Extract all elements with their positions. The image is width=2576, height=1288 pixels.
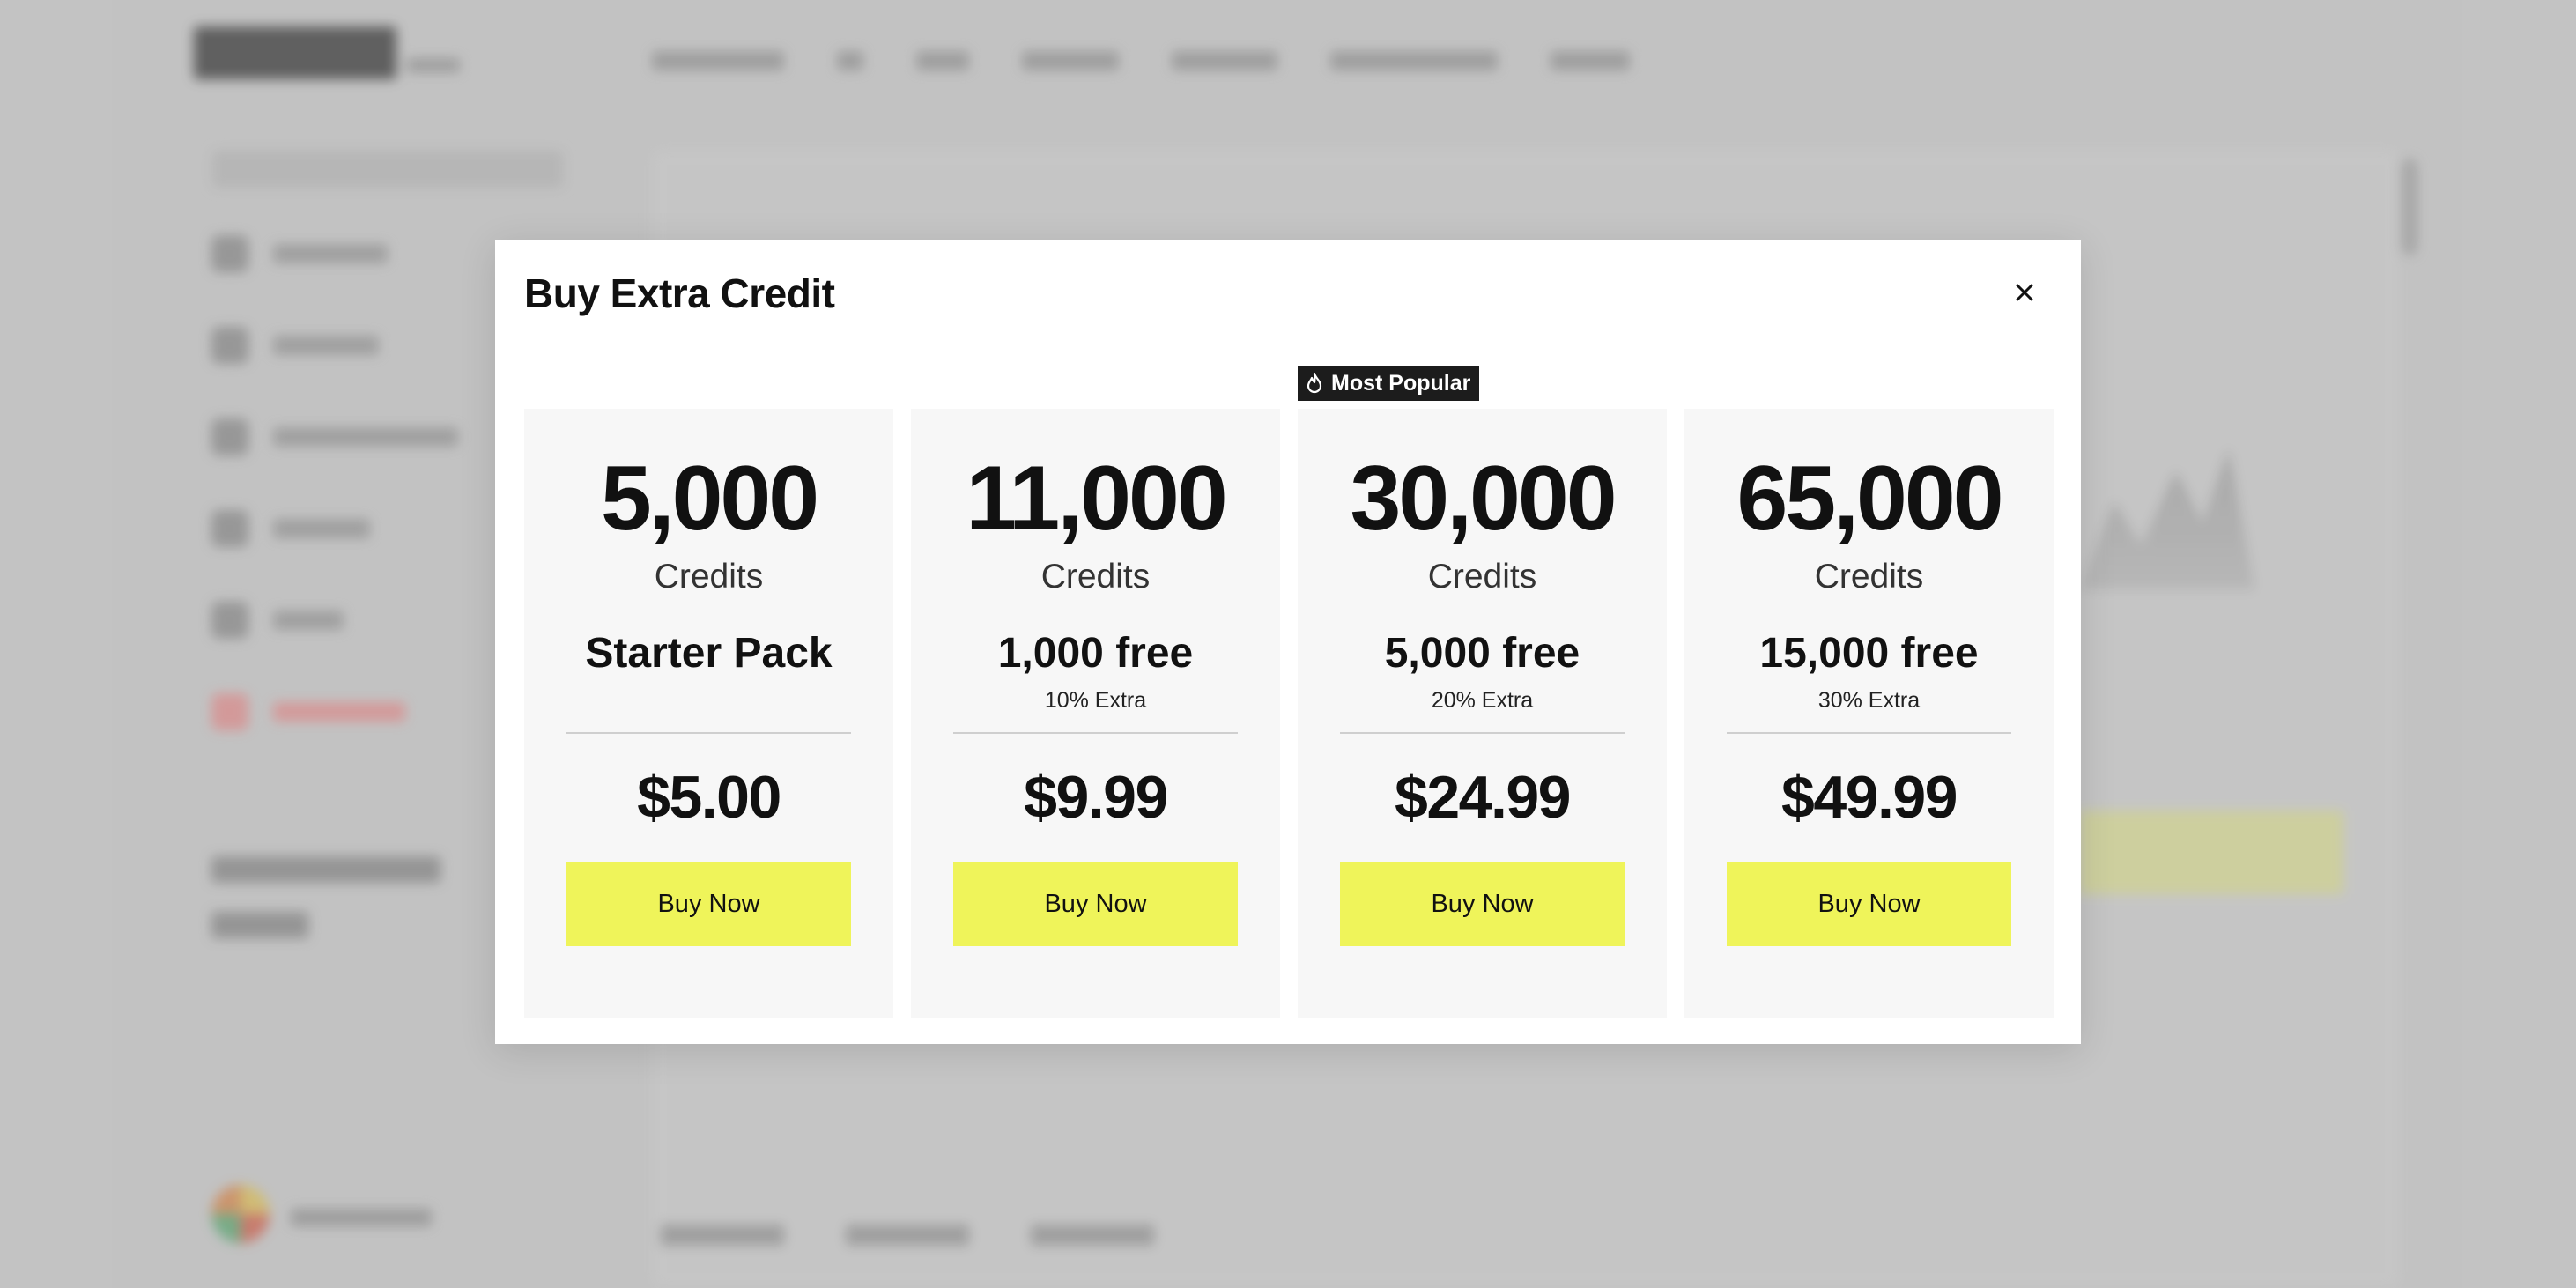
credit-pack-card: 65,000 Credits 15,000 free 30% Extra $49…: [1684, 409, 2054, 1018]
buy-now-button[interactable]: Buy Now: [566, 862, 851, 947]
credit-pack-card: 5,000 Credits Starter Pack $5.00 Buy Now: [524, 409, 893, 1018]
credit-amount: 11,000: [966, 448, 1227, 550]
buy-credit-modal: Buy Extra Credit 5,000 Credits Starter P…: [495, 240, 2081, 1044]
buy-now-button[interactable]: Buy Now: [1340, 862, 1625, 947]
credit-unit: Credits: [1814, 558, 1924, 596]
credit-unit: Credits: [1427, 558, 1537, 596]
credit-unit: Credits: [654, 558, 764, 596]
credit-amount: 5,000: [600, 448, 819, 550]
most-popular-badge: Most Popular: [1298, 366, 1480, 401]
badge-label: Most Popular: [1331, 370, 1471, 396]
divider: [1340, 732, 1625, 735]
credit-packs: 5,000 Credits Starter Pack $5.00 Buy Now…: [524, 366, 2054, 1018]
buy-now-button[interactable]: Buy Now: [1727, 862, 2011, 947]
divider: [1727, 732, 2011, 735]
buy-now-button[interactable]: Buy Now: [953, 862, 1238, 947]
pack-bonus: 1,000 free: [997, 629, 1194, 677]
close-button[interactable]: [2003, 271, 2046, 314]
pack-extra: 20% Extra: [1431, 688, 1534, 714]
pack-extra: 10% Extra: [1044, 688, 1147, 714]
pack-bonus: 5,000 free: [1384, 629, 1580, 677]
credit-unit: Credits: [1040, 558, 1151, 596]
pack-price: $24.99: [1395, 764, 1571, 832]
pack-bonus: Starter Pack: [585, 629, 833, 677]
pack-extra: 30% Extra: [1817, 688, 1921, 714]
pack-price: $49.99: [1781, 764, 1958, 832]
credit-pack-card: 11,000 Credits 1,000 free 10% Extra $9.9…: [911, 409, 1280, 1018]
modal-title: Buy Extra Credit: [524, 270, 835, 316]
close-icon: [2016, 284, 2033, 301]
divider: [566, 732, 851, 735]
pack-price: $9.99: [1024, 764, 1168, 832]
flame-icon: [1307, 372, 1322, 394]
pack-bonus: 15,000 free: [1759, 629, 1979, 677]
credit-amount: 65,000: [1736, 448, 2003, 550]
credit-amount: 30,000: [1350, 448, 1617, 550]
credit-pack-card: Most Popular 30,000 Credits 5,000 free 2…: [1298, 366, 1667, 1018]
pack-price: $5.00: [637, 764, 781, 832]
divider: [953, 732, 1238, 735]
